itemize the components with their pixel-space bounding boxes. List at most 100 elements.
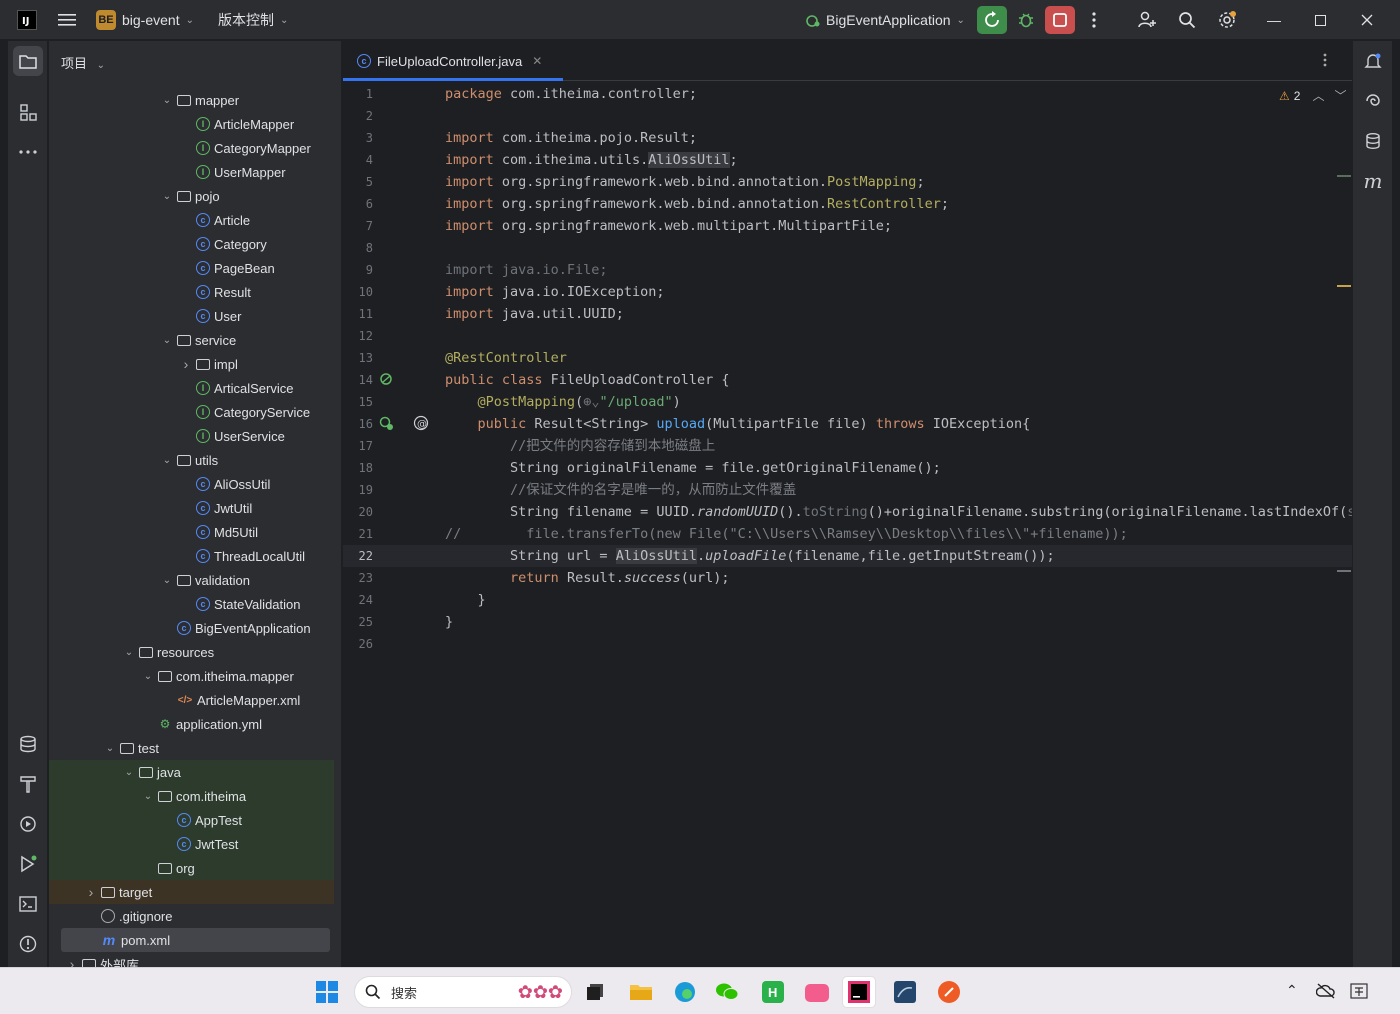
code-with-me-button[interactable] [1132,6,1162,34]
tree-item[interactable]: c BigEventApplication [49,616,334,640]
tree-item[interactable]: c User [49,304,334,328]
tree-item[interactable]: ⌄ mapper [49,88,334,112]
tree-item[interactable]: org [49,856,334,880]
tree-item[interactable]: c Category [49,232,334,256]
tree-item[interactable]: ⌄ test [49,736,334,760]
search-everywhere-button[interactable] [1172,6,1202,34]
request-mapping-icon[interactable]: @ [413,415,429,431]
structure-tool-button[interactable] [13,97,43,127]
notifications-button[interactable] [1358,46,1388,76]
tree-item[interactable]: c JwtTest [49,832,334,856]
run-tool-button[interactable] [13,849,43,879]
problems-tool-button[interactable] [13,929,43,959]
code-area[interactable]: package com.itheima.controller; import co… [445,83,1363,967]
tree-item[interactable]: c ThreadLocalUtil [49,544,334,568]
chevron-down-icon[interactable]: ⌄ [161,335,173,346]
tree-item[interactable]: c Result [49,280,334,304]
tree-item[interactable]: I ArticalService [49,376,334,400]
chevron-down-icon[interactable]: ﹀ [1334,87,1346,104]
tree-item[interactable]: ⌄ com.itheima [49,784,334,808]
spring-bean-icon[interactable] [379,415,395,431]
tree-item[interactable]: ⌄ java [49,760,334,784]
vcs-menu[interactable]: 版本控制 ⌄ [218,0,288,40]
input-method-icon[interactable] [1350,982,1368,1000]
tree-item[interactable]: › impl [49,352,334,376]
settings-button[interactable] [1212,6,1242,34]
tree-item[interactable]: I UserService [49,424,334,448]
bilibili-app[interactable] [800,976,834,1008]
chevron-right-icon[interactable]: › [85,884,97,900]
database-button[interactable] [1358,126,1388,156]
build-tool-button[interactable] [13,769,43,799]
debug-button[interactable] [1011,6,1041,34]
hbuilder-app[interactable]: H [756,976,790,1008]
tab-file-upload-controller[interactable]: c FileUploadController.java ✕ [343,41,563,81]
tree-item[interactable]: ⌄ resources [49,640,334,664]
project-tool-button[interactable] [13,46,43,76]
chevron-down-icon[interactable]: ⌄ [161,455,173,466]
chevron-down-icon[interactable]: ⌄ [161,575,173,586]
more-actions-button[interactable] [1079,6,1109,34]
taskbar-search-box[interactable]: 搜索 ✿✿✿ [354,976,572,1008]
chevron-down-icon[interactable]: ⌄ [104,743,116,754]
minimize-button[interactable]: — [1251,0,1297,40]
onedrive-icon[interactable] [1316,982,1336,1000]
chevron-down-icon[interactable]: ⌄ [142,791,154,802]
spring-bean-icon[interactable] [379,371,395,387]
tree-item[interactable]: c AppTest [49,808,334,832]
chevron-down-icon[interactable]: ⌄ [142,671,154,682]
chevron-down-icon[interactable]: ⌄ [161,95,173,106]
tree-item[interactable]: c PageBean [49,256,334,280]
close-tab-icon[interactable]: ✕ [532,54,542,68]
postman-app[interactable] [932,976,966,1008]
chevron-right-icon[interactable]: › [66,956,78,967]
run-config-selector[interactable]: BigEventApplication ⌄ [804,0,965,40]
edge-app[interactable] [668,976,702,1008]
tree-item[interactable]: .gitignore [49,904,334,928]
chevron-right-icon[interactable]: › [180,356,192,372]
ai-assistant-button[interactable] [1358,86,1388,116]
mysql-workbench-app[interactable] [888,976,922,1008]
tab-options-button[interactable] [1323,53,1327,70]
file-explorer-app[interactable] [624,976,658,1008]
wechat-app[interactable] [710,976,744,1008]
tree-item[interactable]: I ArticleMapper [49,112,334,136]
tree-item[interactable]: c StateValidation [49,592,334,616]
tree-item[interactable]: › target [49,880,334,904]
tree-item[interactable]: ⌄ com.itheima.mapper [49,664,334,688]
chevron-down-icon[interactable]: ⌄ [123,647,135,658]
start-button[interactable] [310,976,344,1008]
database-tool-button[interactable] [13,729,43,759]
maven-tool-button[interactable]: m [1358,166,1388,196]
chevron-down-icon[interactable]: ⌄ [161,191,173,202]
tree-item[interactable]: I UserMapper [49,160,334,184]
taskview-app[interactable] [578,976,612,1008]
services-tool-button[interactable] [13,809,43,839]
tree-item[interactable]: ⌄ validation [49,568,334,592]
terminal-tool-button[interactable] [13,889,43,919]
tree-item[interactable]: ⌄ utils [49,448,334,472]
rerun-button[interactable] [977,6,1007,34]
maximize-button[interactable] [1297,0,1343,40]
intellij-app[interactable] [842,976,876,1008]
tree-item[interactable]: c Md5Util [49,520,334,544]
chevron-down-icon[interactable]: ⌄ [123,767,135,778]
tree-item[interactable]: I CategoryMapper [49,136,334,160]
project-panel-header[interactable]: 项目 ⌄ [61,53,105,72]
project-switcher[interactable]: BE big-event ⌄ [96,0,194,40]
tree-item[interactable]: m pom.xml [61,928,330,952]
chevron-up-icon[interactable]: ︿ [1312,87,1324,104]
tree-item[interactable]: c JwtUtil [49,496,334,520]
tree-item[interactable]: </> ArticleMapper.xml [49,688,334,712]
tree-item[interactable]: ⌄ service [49,328,334,352]
tree-item[interactable]: c Article [49,208,334,232]
more-tools-button[interactable] [13,137,43,167]
close-button[interactable] [1344,0,1390,40]
tree-item[interactable]: › 外部库 [49,952,334,967]
tree-item[interactable]: ⌄ pojo [49,184,334,208]
main-menu-button[interactable] [58,0,76,40]
tree-item[interactable]: c AliOssUtil [49,472,334,496]
stop-button[interactable] [1045,6,1075,34]
intellij-logo[interactable]: IJ [17,10,37,30]
chevron-up-icon[interactable]: ⌃ [1286,982,1298,999]
